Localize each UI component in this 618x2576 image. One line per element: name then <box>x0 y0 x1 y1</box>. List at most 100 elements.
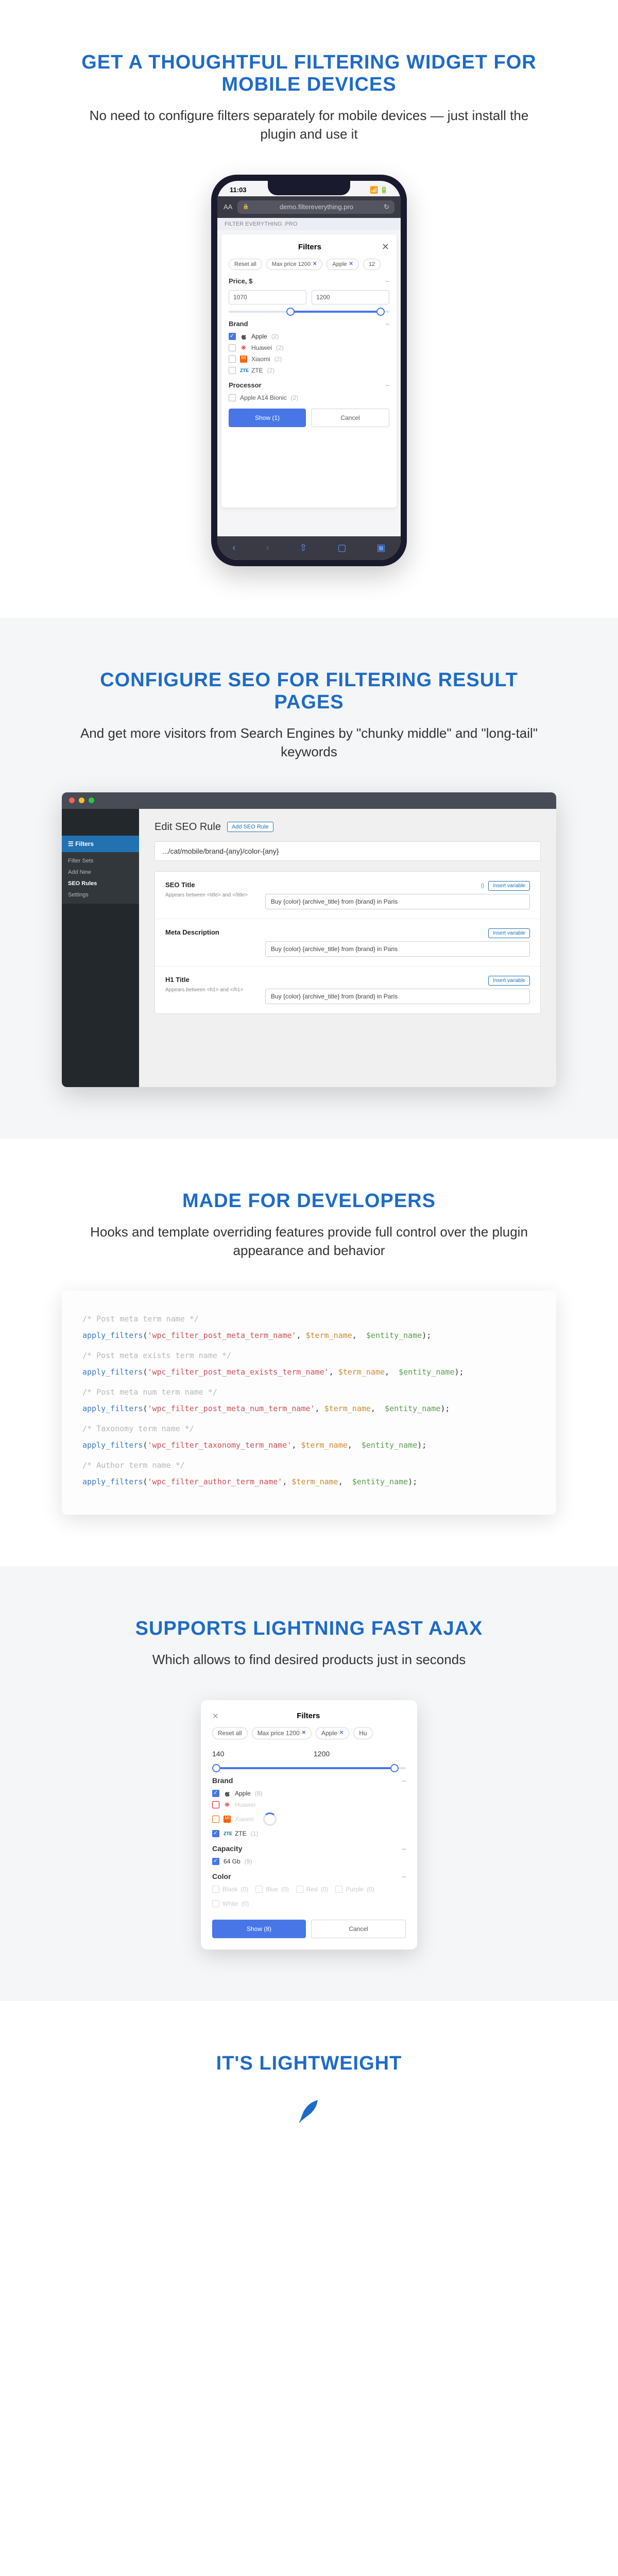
sidebar-sub-new[interactable]: Add New <box>62 867 139 878</box>
collapse-icon[interactable]: – <box>386 381 389 389</box>
cancel-button[interactable]: Cancel <box>311 1920 406 1938</box>
phone-notch <box>268 181 350 195</box>
chip-huawei[interactable]: Hu <box>353 1727 372 1739</box>
chip-128[interactable]: 12 <box>363 259 381 270</box>
chip-apple[interactable]: Apple✕ <box>327 259 359 270</box>
collapse-icon[interactable]: – <box>402 1844 406 1853</box>
nav-share-icon[interactable]: ⇧ <box>299 543 307 553</box>
window-close-icon[interactable] <box>69 798 75 803</box>
price-slider[interactable] <box>212 1767 406 1769</box>
color-purple[interactable]: Purple(0) <box>335 1886 374 1893</box>
nav-fwd-icon[interactable]: › <box>266 543 269 553</box>
color-label: Color– <box>212 1872 406 1880</box>
color-options: Black(0) Blue(0) Red(0) Purple(0) White(… <box>212 1886 406 1907</box>
price-max-input[interactable]: 1200 <box>312 290 389 304</box>
section-developers: MADE FOR DEVELOPERS Hooks and template o… <box>0 1139 618 1567</box>
subheading: And get more visitors from Search Engine… <box>77 724 541 761</box>
brand-xiaomi[interactable]: MIXiaomi(2) <box>229 355 389 363</box>
window-max-icon[interactable] <box>89 798 94 803</box>
section-seo: CONFIGURE SEO FOR FILTERING RESULT PAGES… <box>0 618 618 1139</box>
filters-panel: Filters ✕ Reset all Max price 1200✕ Appl… <box>221 234 397 507</box>
processor-label: Processor– <box>229 381 389 389</box>
sidebar-item-blank[interactable] <box>62 904 139 917</box>
chip-maxprice[interactable]: Max price 1200✕ <box>252 1727 312 1739</box>
subheading: No need to configure filters separately … <box>77 106 541 144</box>
price-min-input[interactable]: 140 <box>212 1747 304 1761</box>
insert-variable-button[interactable]: Insert variable <box>488 928 530 938</box>
insert-variable-button[interactable]: Insert variable <box>488 976 530 986</box>
capacity-64[interactable]: 64 Gb(9) <box>212 1858 406 1865</box>
refresh-icon[interactable]: ↻ <box>384 203 389 211</box>
collapse-icon[interactable]: – <box>386 320 389 328</box>
collapse-icon[interactable]: – <box>386 277 389 285</box>
collapse-icon[interactable]: – <box>402 1872 406 1880</box>
chip-apple[interactable]: Apple✕ <box>316 1727 349 1739</box>
chip-reset[interactable]: Reset all <box>212 1727 248 1739</box>
brand-zte[interactable]: ZTEZTE(2) <box>229 367 389 374</box>
capacity-label: Capacity– <box>212 1844 406 1853</box>
sidebar-item-filters[interactable]: ☰ Filters <box>62 836 139 852</box>
ajax-filters-panel: ✕ Filters Reset all Max price 1200✕ Appl… <box>201 1700 417 1950</box>
brand-label: Brand– <box>229 320 389 328</box>
sidebar-item-blank[interactable] <box>62 917 139 930</box>
sidebar-item-blank[interactable] <box>62 984 139 997</box>
close-icon[interactable]: ✕ <box>212 1711 219 1721</box>
sidebar-item-blank[interactable] <box>62 971 139 984</box>
brand-huawei[interactable]: ❋Huawei(2) <box>229 344 389 351</box>
sidebar-item-blank[interactable] <box>62 822 139 836</box>
section-ajax: SUPPORTS LIGHTNING FAST AJAX Which allow… <box>0 1566 618 2001</box>
wp-admin-mockup: ☰ Filters Filter Sets Add New SEO Rules … <box>62 792 556 1087</box>
url-pattern-input[interactable]: .../cat/mobile/brand-{any}/color-{any} <box>154 841 541 861</box>
sidebar-item-blank[interactable] <box>62 944 139 957</box>
brand-apple[interactable]: Apple(8) <box>212 1790 406 1797</box>
nav-tabs-icon[interactable]: ▣ <box>376 543 385 553</box>
seo-title-input[interactable] <box>265 894 530 909</box>
sidebar-item-blank[interactable] <box>62 809 139 822</box>
show-button[interactable]: Show (1) <box>229 409 306 427</box>
panel-title: Filters <box>238 243 382 251</box>
loading-spinner-icon <box>263 1812 277 1826</box>
browser-bottom-nav: ‹ › ⇧ ▢ ▣ <box>217 536 401 560</box>
h1-title-label: H1 Title Appears between <h1> and </h1> <box>165 976 253 1004</box>
price-max-input[interactable]: 1200 <box>310 1747 406 1761</box>
brand-label: Brand– <box>212 1776 406 1785</box>
show-button[interactable]: Show (8) <box>212 1920 306 1938</box>
insert-variable-button[interactable]: Insert variable <box>488 881 530 891</box>
collapse-icon[interactable]: – <box>402 1776 406 1785</box>
color-white[interactable]: White(0) <box>212 1900 249 1907</box>
h1-title-input[interactable] <box>265 989 530 1004</box>
price-min-input[interactable]: 1070 <box>229 290 306 304</box>
window-titlebar <box>62 792 556 809</box>
signal-icons: 📶 🔋 <box>370 186 388 194</box>
wp-sidebar: ☰ Filters Filter Sets Add New SEO Rules … <box>62 809 139 1087</box>
brand-zte[interactable]: ZTEZTE(1) <box>212 1830 406 1837</box>
color-red[interactable]: Red(0) <box>296 1886 329 1893</box>
chip-reset[interactable]: Reset all <box>229 259 262 270</box>
color-black[interactable]: Black(0) <box>212 1886 248 1893</box>
meta-desc-input[interactable] <box>265 941 530 957</box>
heading: SUPPORTS LIGHTNING FAST AJAX <box>77 1618 541 1640</box>
nav-back-icon[interactable]: ‹ <box>232 543 235 553</box>
sidebar-item-blank[interactable] <box>62 930 139 944</box>
color-blue[interactable]: Blue(0) <box>255 1886 289 1893</box>
text-size[interactable]: AA <box>224 203 232 211</box>
chip-maxprice[interactable]: Max price 1200✕ <box>266 259 323 270</box>
sidebar-sub-settings[interactable]: Settings <box>62 889 139 901</box>
proc-a14[interactable]: Apple A14 Bionic(2) <box>229 394 389 401</box>
phone-mockup: 11:03 📶 🔋 AA 🔒 demo.filtereverything.pro… <box>211 175 407 566</box>
close-icon[interactable]: ✕ <box>382 242 389 252</box>
brand-xiaomi[interactable]: MIXiaomi <box>212 1812 406 1826</box>
brand-huawei[interactable]: ❋Huawei <box>212 1801 406 1808</box>
sidebar-sub-seo[interactable]: SEO Rules <box>62 878 139 889</box>
sidebar-item-blank[interactable] <box>62 957 139 971</box>
add-rule-button[interactable]: Add SEO Rule <box>227 822 273 832</box>
brand-apple[interactable]: Apple(2) <box>229 333 389 340</box>
browser-bar: AA 🔒 demo.filtereverything.pro ↻ <box>217 196 401 218</box>
sidebar-sub-sets[interactable]: Filter Sets <box>62 855 139 867</box>
meta-desc-label: Meta Description <box>165 928 253 957</box>
price-slider[interactable] <box>229 311 389 313</box>
window-min-icon[interactable] <box>79 798 84 803</box>
heading: IT'S LIGHTWEIGHT <box>77 2053 541 2075</box>
nav-book-icon[interactable]: ▢ <box>337 543 346 553</box>
cancel-button[interactable]: Cancel <box>311 409 389 427</box>
